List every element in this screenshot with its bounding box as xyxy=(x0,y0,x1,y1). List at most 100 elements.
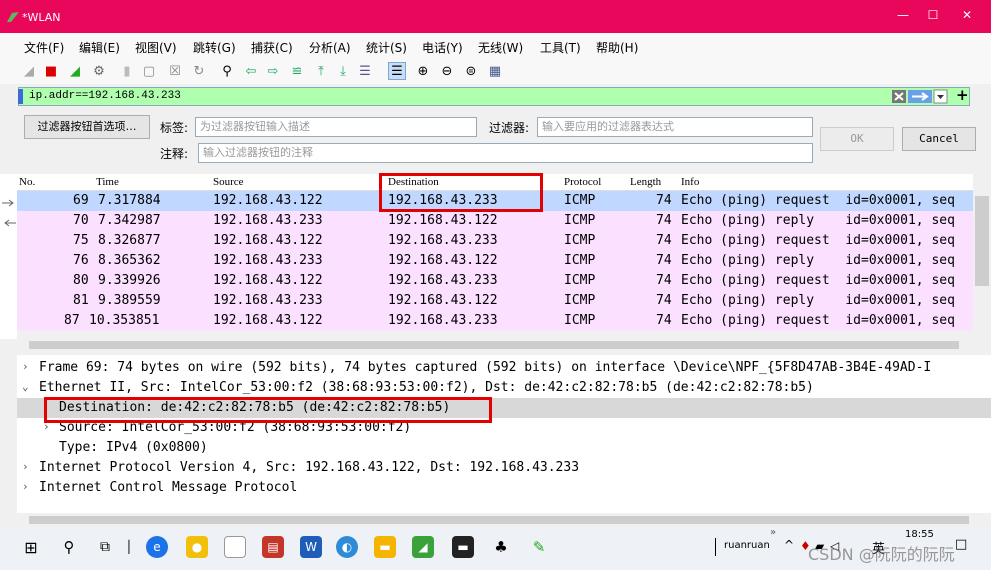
widget-icon[interactable]: │ xyxy=(118,536,140,558)
first-packet-icon[interactable]: ⤒ xyxy=(312,62,330,80)
scroll-thumb[interactable] xyxy=(29,341,959,349)
packet-list-hscrollbar[interactable] xyxy=(17,339,973,351)
col-length[interactable]: Length xyxy=(630,176,661,188)
table-row[interactable]: 81 9.389559 192.168.43.233 192.168.43.12… xyxy=(17,291,973,311)
col-time[interactable]: Time xyxy=(96,176,119,188)
save-file-icon[interactable]: ▢ xyxy=(140,62,158,80)
menu-view[interactable]: 视图(V) xyxy=(135,39,177,56)
display-filter-value: ip.addr==192.168.43.233 xyxy=(29,90,181,102)
expand-icon[interactable]: › xyxy=(22,480,29,493)
file-explorer-icon[interactable]: ▬ xyxy=(374,536,396,558)
menu-analyze[interactable]: 分析(A) xyxy=(309,39,351,56)
reply-arrow-icon xyxy=(4,219,16,227)
app-icon[interactable]: ● xyxy=(186,536,208,558)
shark-fin-icon[interactable]: ◢ xyxy=(20,62,38,80)
edge-browser-icon[interactable]: e xyxy=(146,536,168,558)
paint-icon[interactable]: ✎ xyxy=(528,536,550,558)
tree-item-ipv4[interactable]: › Internet Protocol Version 4, Src: 192.… xyxy=(17,458,991,478)
table-row[interactable]: 76 8.365362 192.168.43.233 192.168.43.12… xyxy=(17,251,973,271)
notification-icon[interactable]: □ xyxy=(955,537,967,552)
table-row[interactable]: 75 8.326877 192.168.43.122 192.168.43.23… xyxy=(17,231,973,251)
bookmark-icon[interactable] xyxy=(18,89,23,104)
minimize-icon[interactable]: — xyxy=(888,8,918,26)
windows-start-icon[interactable]: ⊞ xyxy=(20,536,42,558)
scroll-thumb[interactable] xyxy=(975,196,989,286)
tree-item-eth-type[interactable]: Type: IPv4 (0x0800) xyxy=(17,438,991,458)
winrar-icon[interactable]: ▤ xyxy=(262,536,284,558)
task-view-icon[interactable]: ⧉ xyxy=(94,536,116,558)
add-filter-button-icon[interactable]: + xyxy=(956,86,969,104)
capture-options-icon[interactable]: ⚙ xyxy=(90,62,108,80)
find-packet-icon[interactable]: ⚲ xyxy=(218,62,236,80)
show-hidden-icon[interactable]: » xyxy=(770,527,776,538)
display-filter-input[interactable]: ip.addr==192.168.43.233 xyxy=(18,87,970,106)
packet-details-tree: › Frame 69: 74 bytes on wire (592 bits),… xyxy=(17,355,991,513)
tag-input[interactable]: 为过滤器按钮输入描述 xyxy=(195,117,477,137)
resize-columns-icon[interactable]: ▦ xyxy=(486,62,504,80)
col-no[interactable]: No. xyxy=(19,176,35,188)
col-source[interactable]: Source xyxy=(213,176,244,188)
table-row[interactable]: 87 10.353851 192.168.43.122 192.168.43.2… xyxy=(17,311,973,331)
user-name[interactable]: ruanruan xyxy=(724,540,770,551)
filter-expression-input[interactable]: 输入要应用的过滤器表达式 xyxy=(537,117,813,137)
maximize-icon[interactable]: ☐ xyxy=(918,8,948,26)
cell-length: 74 xyxy=(656,233,672,248)
restart-capture-icon[interactable]: ◢ xyxy=(66,62,84,80)
details-hscrollbar[interactable] xyxy=(17,513,991,527)
close-icon[interactable]: ✕ xyxy=(952,8,982,26)
qq-icon[interactable]: ♣ xyxy=(490,536,512,558)
cell-source: 192.168.43.122 xyxy=(213,233,323,248)
menu-wireless[interactable]: 无线(W) xyxy=(478,39,523,56)
word-icon[interactable]: W xyxy=(300,536,322,558)
cell-no: 70 xyxy=(73,213,89,228)
col-protocol[interactable]: Protocol xyxy=(564,176,601,188)
zoom-in-icon[interactable]: ⊕ xyxy=(414,62,432,80)
go-back-icon[interactable]: ⇦ xyxy=(242,62,260,80)
table-row[interactable]: 80 9.339926 192.168.43.122 192.168.43.23… xyxy=(17,271,973,291)
reload-icon[interactable]: ↻ xyxy=(190,62,208,80)
cancel-button[interactable]: Cancel xyxy=(902,127,976,151)
go-forward-icon[interactable]: ⇨ xyxy=(264,62,282,80)
document-icon[interactable] xyxy=(224,536,246,558)
colorize-icon[interactable]: ☰ xyxy=(388,62,406,80)
tray-expand-icon[interactable]: ^ xyxy=(784,538,794,552)
zoom-out-icon[interactable]: ⊖ xyxy=(438,62,456,80)
expand-icon[interactable]: › xyxy=(22,360,29,373)
close-file-icon[interactable]: ☒ xyxy=(166,62,184,80)
browser-icon[interactable]: ◐ xyxy=(336,536,358,558)
zoom-normal-icon[interactable]: ⊜ xyxy=(462,62,480,80)
menu-capture[interactable]: 捕获(C) xyxy=(251,39,293,56)
expand-icon[interactable]: › xyxy=(22,460,29,473)
clock-time[interactable]: 18:55 xyxy=(905,529,934,540)
cell-time: 10.353851 xyxy=(89,313,160,328)
menu-help[interactable]: 帮助(H) xyxy=(596,39,638,56)
wireshark-logo-icon xyxy=(7,12,19,22)
last-packet-icon[interactable]: ⤓ xyxy=(334,62,352,80)
search-icon[interactable]: ⚲ xyxy=(58,536,80,558)
menu-statistics[interactable]: 统计(S) xyxy=(366,39,407,56)
filter-controls xyxy=(892,89,948,104)
wireshark-icon[interactable]: ◢ xyxy=(412,536,434,558)
col-info[interactable]: Info xyxy=(681,176,699,188)
collapse-icon[interactable]: ⌄ xyxy=(22,380,29,393)
autoscroll-icon[interactable]: ☰ xyxy=(356,62,374,80)
menu-telephony[interactable]: 电话(Y) xyxy=(422,39,463,56)
tree-item-icmp[interactable]: › Internet Control Message Protocol xyxy=(17,478,991,498)
open-file-icon[interactable]: ▮ xyxy=(118,62,136,80)
comment-input[interactable]: 输入过滤器按钮的注释 xyxy=(198,143,813,163)
ok-button[interactable]: OK xyxy=(820,127,894,151)
menu-file[interactable]: 文件(F) xyxy=(24,39,64,56)
menu-go[interactable]: 跳转(G) xyxy=(193,39,236,56)
go-to-packet-icon[interactable]: ≌ xyxy=(288,62,306,80)
terminal-icon[interactable]: ▬ xyxy=(452,536,474,558)
menu-edit[interactable]: 编辑(E) xyxy=(79,39,120,56)
tree-item-ethernet[interactable]: ⌄ Ethernet II, Src: IntelCor_53:00:f2 (3… xyxy=(17,378,991,398)
cell-length: 74 xyxy=(656,253,672,268)
stop-capture-icon[interactable]: ■ xyxy=(42,62,60,80)
table-row[interactable]: 70 7.342987 192.168.43.233 192.168.43.12… xyxy=(17,211,973,231)
tree-item-frame[interactable]: › Frame 69: 74 bytes on wire (592 bits),… xyxy=(17,358,991,378)
scroll-thumb[interactable] xyxy=(29,516,969,524)
filter-button-prefs-button[interactable]: 过滤器按钮首选项… xyxy=(24,115,150,139)
menu-tools[interactable]: 工具(T) xyxy=(540,39,581,56)
packet-list-vscrollbar[interactable] xyxy=(973,174,991,339)
